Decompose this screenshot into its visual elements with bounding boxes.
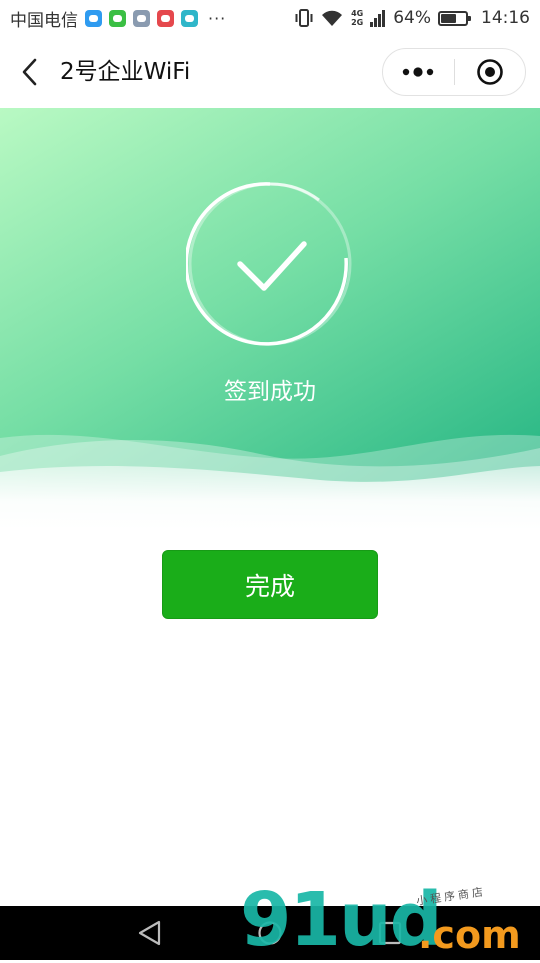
triangle-back-icon xyxy=(138,920,161,946)
battery-icon xyxy=(438,10,471,26)
system-back-button[interactable] xyxy=(136,919,164,947)
more-notifications-icon: ··· xyxy=(208,8,227,28)
battery-percent: 64% xyxy=(393,8,431,28)
shield-app-icon xyxy=(181,9,198,27)
back-button[interactable] xyxy=(12,54,48,90)
success-hero: 签到成功 xyxy=(0,108,540,530)
circle-home-icon xyxy=(258,921,282,945)
more-dots-icon xyxy=(403,67,434,77)
more-menu-button[interactable] xyxy=(383,49,454,95)
wechat-app-icon xyxy=(109,9,126,27)
done-button[interactable]: 完成 xyxy=(162,550,378,619)
cloud-app-icon xyxy=(157,9,174,27)
system-recents-button[interactable] xyxy=(376,919,404,947)
page-title: 2号企业WiFi xyxy=(60,59,191,85)
wifi-icon xyxy=(322,10,343,26)
status-left: 中国电信 ··· xyxy=(10,6,226,31)
system-navigation-bar xyxy=(0,906,540,960)
target-close-icon xyxy=(476,59,503,85)
message-app-icon xyxy=(85,9,102,27)
vibrate-icon xyxy=(295,9,313,27)
close-mini-program-button[interactable] xyxy=(455,49,526,95)
gallery-app-icon xyxy=(133,9,150,27)
watermark-tagline: 小程序商店 xyxy=(415,885,487,908)
clock: 14:16 xyxy=(481,8,530,28)
square-recents-icon xyxy=(378,921,402,945)
signal-icon xyxy=(370,10,386,27)
battery-level xyxy=(441,13,457,23)
success-check-icon xyxy=(184,180,354,348)
status-bar: 中国电信 ··· 4G 2G 64% 14:16 xyxy=(0,0,540,36)
back-arrow-icon xyxy=(22,58,37,86)
status-right: 4G 2G 64% 14:16 xyxy=(295,8,530,28)
success-message: 签到成功 xyxy=(224,379,316,405)
mini-program-capsule xyxy=(382,48,526,96)
system-home-button[interactable] xyxy=(256,919,284,947)
wave-decoration xyxy=(0,434,540,530)
navigation-bar: 2号企业WiFi xyxy=(0,36,540,108)
network-type: 4G 2G xyxy=(351,9,364,27)
carrier-name: 中国电信 xyxy=(10,10,78,31)
